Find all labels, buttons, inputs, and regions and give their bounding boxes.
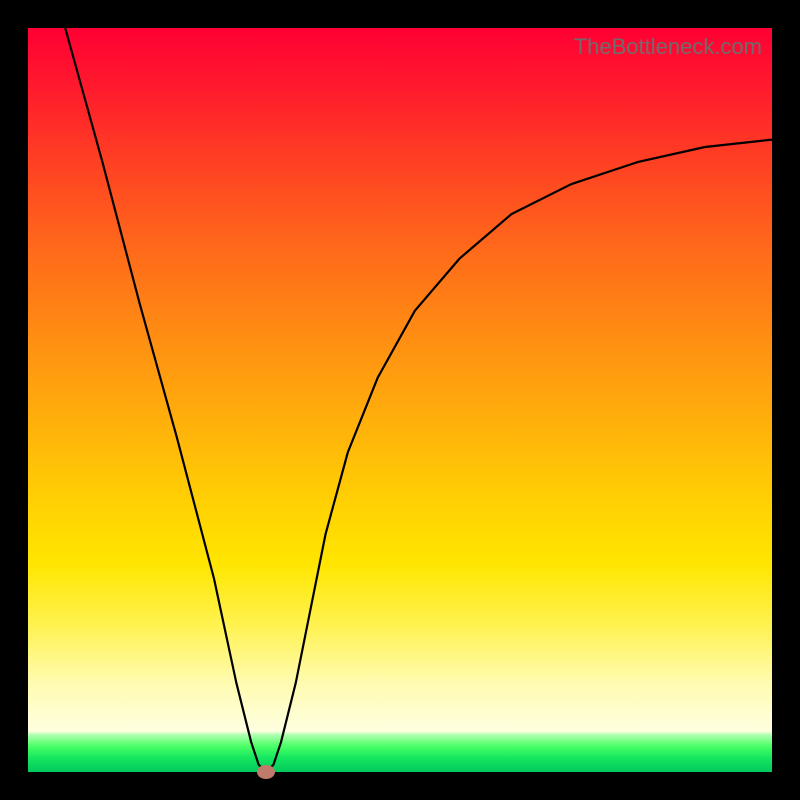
bottleneck-curve [28,28,772,772]
plot-area: TheBottleneck.com [28,28,772,772]
optimal-point-marker [257,765,275,779]
watermark-text: TheBottleneck.com [574,34,762,60]
chart-frame: TheBottleneck.com [0,0,800,800]
